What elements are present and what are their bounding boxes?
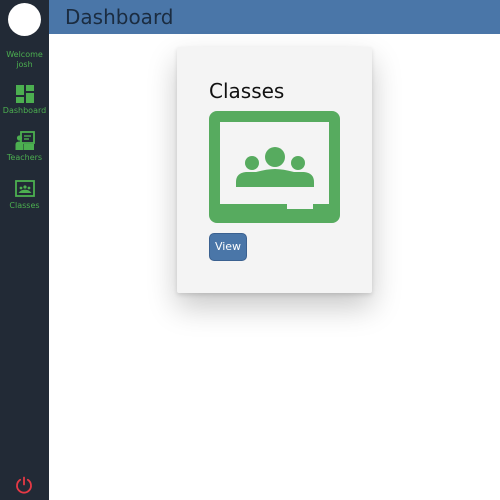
avatar[interactable]: [8, 3, 41, 36]
google-classroom-icon: [209, 111, 340, 223]
view-button[interactable]: View: [209, 233, 247, 261]
sidebar-item-label: Dashboard: [2, 106, 47, 115]
sidebar-item-dashboard[interactable]: Dashboard: [0, 84, 49, 116]
sidebar-item-label: Teachers: [6, 153, 43, 162]
app-window: Welcome josh Dashboard Teachers Classes …: [0, 0, 500, 500]
sidebar-item-classes[interactable]: Classes: [0, 179, 49, 211]
sidebar-item-teachers[interactable]: Teachers: [0, 131, 49, 163]
sidebar-item-label: Classes: [9, 201, 40, 210]
sidebar: Welcome josh Dashboard Teachers Classes: [0, 0, 49, 500]
classes-card: Classes View: [177, 47, 372, 293]
power-icon[interactable]: [15, 476, 33, 494]
card-title: Classes: [209, 79, 285, 103]
welcome-text: Welcome josh: [6, 50, 43, 69]
top-header: Dashboard: [49, 0, 500, 34]
classroom-icon: [14, 180, 35, 197]
teacher-icon: [15, 131, 35, 150]
page-title: Dashboard: [65, 5, 174, 29]
dashboard-icon: [15, 85, 34, 103]
